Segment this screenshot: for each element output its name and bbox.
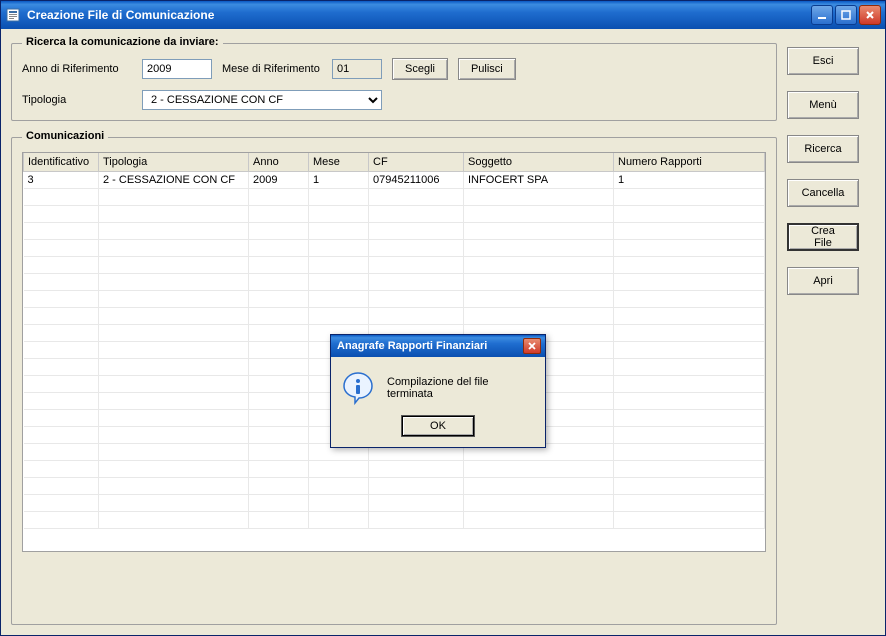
col-anno[interactable]: Anno bbox=[249, 153, 309, 171]
table-row: . bbox=[24, 307, 765, 324]
search-legend: Ricerca la comunicazione da inviare: bbox=[22, 36, 223, 48]
crea-file-button[interactable]: Crea File bbox=[787, 223, 859, 251]
menu-button[interactable]: Menù bbox=[787, 91, 859, 119]
scegli-button[interactable]: Scegli bbox=[392, 58, 448, 80]
col-tipologia[interactable]: Tipologia bbox=[99, 153, 249, 171]
row-anno-mese: Anno di Riferimento Mese di Riferimento … bbox=[22, 58, 766, 80]
table-row: . bbox=[24, 511, 765, 528]
info-dialog: Anagrafe Rapporti Finanziari Compilazion… bbox=[330, 334, 546, 448]
cell-num: 1 bbox=[614, 171, 765, 188]
table-row: . bbox=[24, 205, 765, 222]
col-cf[interactable]: CF bbox=[369, 153, 464, 171]
close-button[interactable] bbox=[859, 5, 881, 25]
table-row[interactable]: 3 2 - CESSAZIONE CON CF 2009 1 079452110… bbox=[24, 171, 765, 188]
main-window: Creazione File di Comunicazione Ricerca … bbox=[0, 0, 886, 636]
info-icon bbox=[341, 371, 375, 405]
window-title: Creazione File di Comunicazione bbox=[27, 8, 809, 22]
dialog-message: Compilazione del file terminata bbox=[387, 376, 535, 400]
cell-soggetto: INFOCERT SPA bbox=[464, 171, 614, 188]
mese-input[interactable] bbox=[332, 59, 382, 79]
table-row: . bbox=[24, 188, 765, 205]
apri-button[interactable]: Apri bbox=[787, 267, 859, 295]
titlebar[interactable]: Creazione File di Comunicazione bbox=[1, 1, 885, 29]
tipologia-select[interactable]: 2 - CESSAZIONE CON CF bbox=[142, 90, 382, 110]
cell-tipologia: 2 - CESSAZIONE CON CF bbox=[99, 171, 249, 188]
anno-input[interactable] bbox=[142, 59, 212, 79]
dialog-close-button[interactable] bbox=[523, 338, 541, 354]
table-row: . bbox=[24, 273, 765, 290]
col-soggetto[interactable]: Soggetto bbox=[464, 153, 614, 171]
cell-cf: 07945211006 bbox=[369, 171, 464, 188]
table-row: . bbox=[24, 222, 765, 239]
dialog-footer: OK bbox=[331, 415, 545, 447]
app-icon bbox=[5, 7, 21, 23]
table-row: . bbox=[24, 460, 765, 477]
table-row: . bbox=[24, 477, 765, 494]
maximize-button[interactable] bbox=[835, 5, 857, 25]
col-mese[interactable]: Mese bbox=[309, 153, 369, 171]
search-groupbox: Ricerca la comunicazione da inviare: Ann… bbox=[11, 43, 777, 121]
cell-id: 3 bbox=[24, 171, 99, 188]
table-header-row: Identificativo Tipologia Anno Mese CF So… bbox=[24, 153, 765, 171]
client-area: Ricerca la comunicazione da inviare: Ann… bbox=[1, 29, 885, 635]
cell-mese: 1 bbox=[309, 171, 369, 188]
pulisci-button[interactable]: Pulisci bbox=[458, 58, 516, 80]
col-identificativo[interactable]: Identificativo bbox=[24, 153, 99, 171]
dialog-titlebar[interactable]: Anagrafe Rapporti Finanziari bbox=[331, 335, 545, 357]
minimize-button[interactable] bbox=[811, 5, 833, 25]
dialog-title: Anagrafe Rapporti Finanziari bbox=[335, 340, 523, 352]
table-row: . bbox=[24, 290, 765, 307]
sidebar: Esci Menù Ricerca Cancella Crea File Apr… bbox=[787, 43, 875, 625]
anno-label: Anno di Riferimento bbox=[22, 63, 132, 75]
mese-label: Mese di Riferimento bbox=[222, 63, 322, 75]
cancella-button[interactable]: Cancella bbox=[787, 179, 859, 207]
col-numero-rapporti[interactable]: Numero Rapporti bbox=[614, 153, 765, 171]
tipologia-label: Tipologia bbox=[22, 94, 132, 106]
dialog-body: Compilazione del file terminata bbox=[331, 357, 545, 415]
row-tipologia: Tipologia 2 - CESSAZIONE CON CF bbox=[22, 90, 766, 110]
table-row: . bbox=[24, 256, 765, 273]
ricerca-button[interactable]: Ricerca bbox=[787, 135, 859, 163]
table-row: . bbox=[24, 239, 765, 256]
grid-legend: Comunicazioni bbox=[22, 130, 108, 142]
esci-button[interactable]: Esci bbox=[787, 47, 859, 75]
cell-anno: 2009 bbox=[249, 171, 309, 188]
dialog-ok-button[interactable]: OK bbox=[401, 415, 475, 437]
table-row: . bbox=[24, 494, 765, 511]
